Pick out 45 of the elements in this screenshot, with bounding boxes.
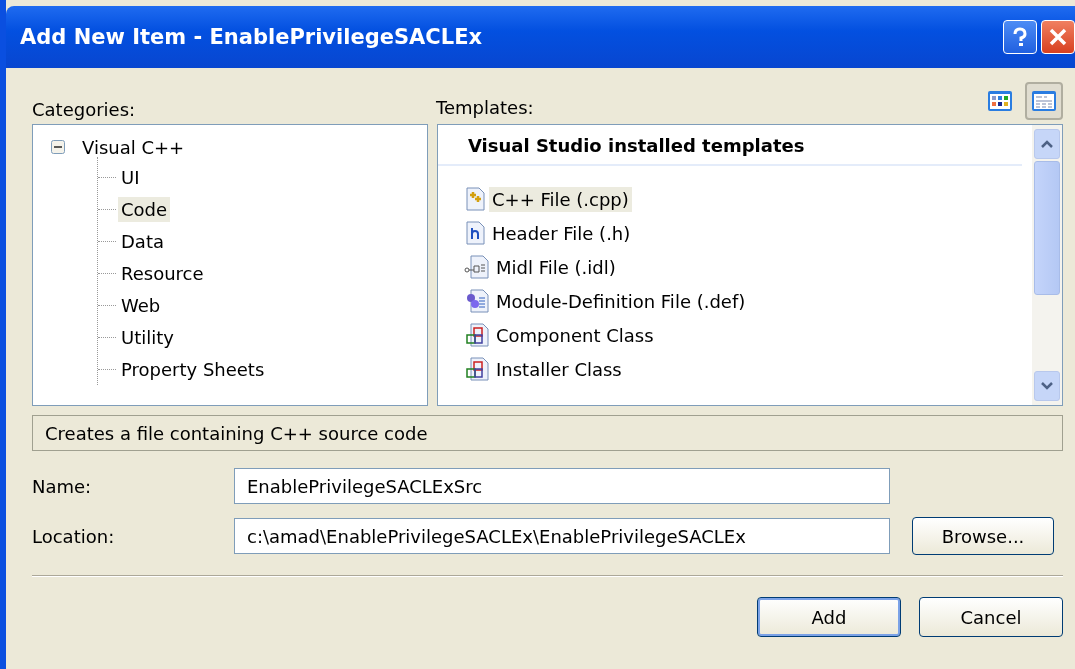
tree-item[interactable]: Web [118, 292, 164, 318]
description-text: Creates a file containing C++ source code [45, 422, 428, 444]
browse-button[interactable]: Browse... [912, 517, 1054, 555]
class-file-icon [464, 356, 490, 382]
add-button[interactable]: Add [757, 597, 901, 637]
template-item[interactable]: Module-Definition File (.def) [493, 288, 749, 314]
name-field[interactable]: EnablePrivilegeSACLExSrc [234, 468, 890, 504]
class-file-icon [464, 322, 490, 348]
scroll-down-button[interactable] [1034, 371, 1060, 401]
def-file-icon [464, 288, 490, 314]
window-title: Add New Item - EnablePrivilegeSACLEx [20, 25, 483, 49]
template-item[interactable]: C++ File (.cpp) [489, 186, 632, 212]
cpp-file-icon [464, 186, 486, 212]
scrollbar-thumb[interactable] [1034, 161, 1060, 295]
template-item[interactable]: Midl File (.idl) [493, 254, 619, 280]
header-file-icon [464, 220, 486, 246]
chevron-down-icon [1040, 381, 1054, 391]
template-item[interactable]: Installer Class [493, 356, 625, 382]
templates-label: Templates: [436, 97, 534, 120]
tree-item[interactable]: Resource [118, 260, 207, 286]
grid-icon [987, 90, 1013, 112]
help-button[interactable] [1003, 20, 1037, 54]
group-header: Visual Studio installed templates [438, 131, 1022, 166]
tree-item[interactable]: UI [118, 164, 143, 190]
cancel-button[interactable]: Cancel [919, 597, 1063, 637]
template-item[interactable]: Header File (.h) [489, 220, 634, 246]
tree-item[interactable]: Property Sheets [118, 356, 268, 382]
categories-label: Categories: [32, 99, 136, 122]
collapse-icon[interactable] [51, 140, 65, 154]
scroll-up-button[interactable] [1034, 129, 1060, 159]
vertical-scrollbar[interactable] [1032, 125, 1062, 405]
tree-item[interactable]: Utility [118, 324, 177, 350]
close-icon [1047, 26, 1069, 48]
close-button[interactable] [1041, 20, 1075, 54]
tree-item[interactable]: Code [118, 196, 171, 222]
list-icon [1031, 90, 1057, 112]
chevron-up-icon [1040, 139, 1054, 149]
field-label: Name: [32, 475, 93, 497]
tree-item[interactable]: Visual C++ [79, 134, 188, 160]
small-icons-view-button[interactable] [1025, 82, 1063, 120]
template-item[interactable]: Component Class [493, 322, 657, 348]
idl-file-icon [464, 254, 490, 280]
tree-item[interactable]: Data [118, 228, 167, 254]
field-label: Location: [32, 525, 116, 547]
location-field[interactable]: c:\amad\EnablePrivilegeSACLEx\EnablePrivilegeSACLEx [234, 518, 890, 554]
